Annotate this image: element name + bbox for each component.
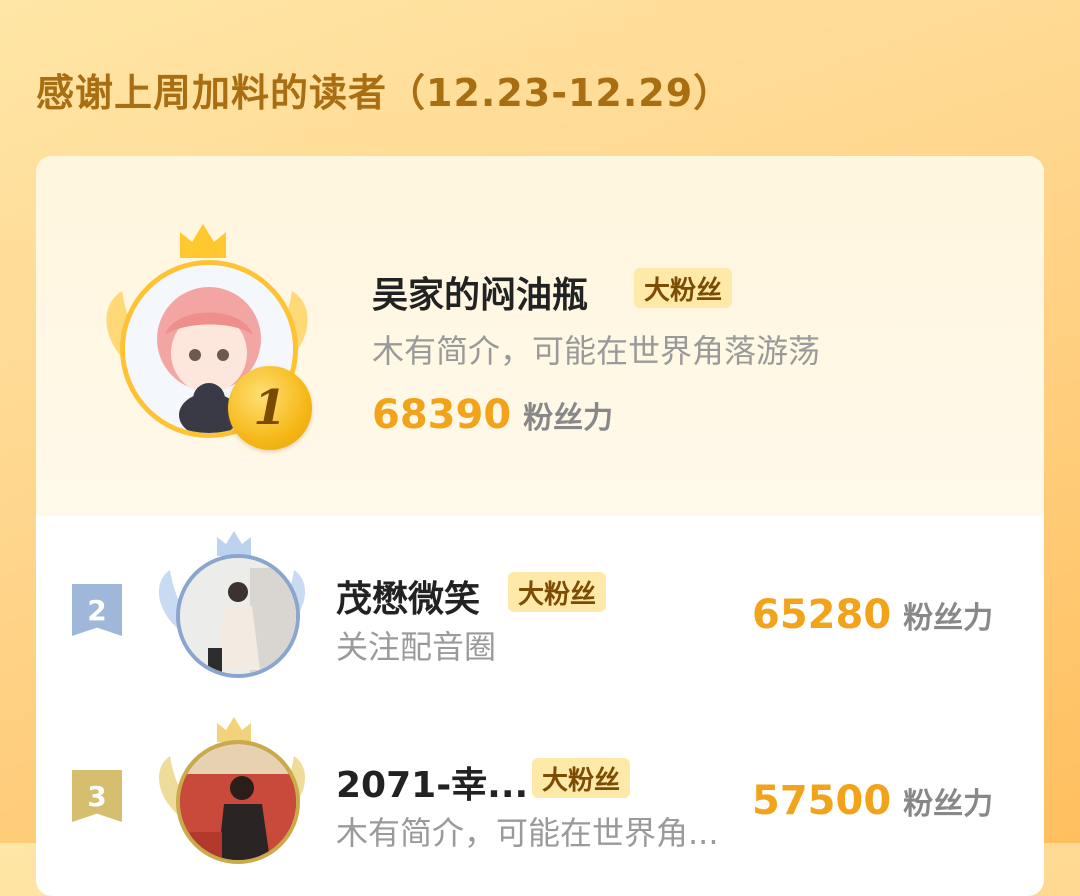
rank-3-flag: 3 (72, 770, 122, 822)
leader-bio: 木有简介，可能在世界角落游荡 (372, 332, 821, 370)
avatar[interactable] (176, 740, 300, 864)
score-unit: 粉丝力 (903, 601, 994, 636)
leader-name[interactable]: 2071-幸... (336, 756, 528, 808)
rank-2-flag: 2 (72, 584, 122, 636)
score-unit: 粉丝力 (903, 787, 994, 822)
score-value: 65280 (752, 592, 892, 638)
leader-bio: 木有简介，可能在世界角... (336, 814, 719, 852)
fan-badge: 大粉丝 (532, 758, 631, 798)
score-value: 57500 (752, 778, 892, 824)
leader-bio: 关注配音圈 (336, 628, 497, 666)
score-value: 68390 (372, 392, 512, 438)
leader-name[interactable]: 茂懋微笑 (336, 570, 480, 622)
page-title: 感谢上周加料的读者（12.23-12.29） (36, 71, 733, 115)
fan-power-score: 68390 粉丝力 (372, 392, 613, 438)
fan-power-score: 57500 粉丝力 (752, 778, 993, 824)
fan-power-score: 65280 粉丝力 (752, 592, 993, 638)
ranking-card: 1 吴家的闷油瓶 大粉丝 木有简介，可能在世界角落游荡 68390 粉丝力 2 (36, 156, 1044, 896)
crown-icon (180, 224, 226, 258)
rank-1-coin: 1 (228, 366, 312, 450)
leader-name[interactable]: 吴家的闷油瓶 (372, 266, 588, 318)
avatar[interactable] (176, 554, 300, 678)
avatar-person-photo-icon (180, 558, 296, 674)
fan-badge: 大粉丝 (634, 268, 733, 308)
score-unit: 粉丝力 (523, 401, 614, 436)
fan-badge: 大粉丝 (508, 572, 607, 612)
